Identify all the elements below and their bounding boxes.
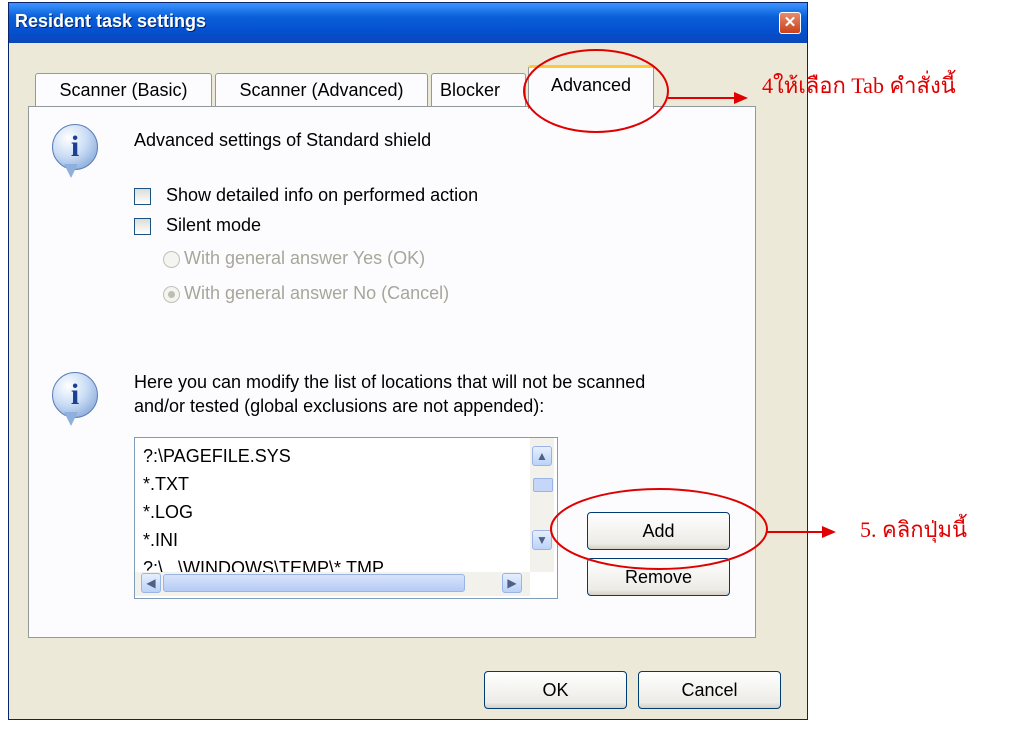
annotation-step4: 4ให้เลือก Tab คำสั่งนี้ <box>762 73 956 98</box>
annotation-arrowhead-5 <box>822 526 836 538</box>
annotation-ellipse-tab <box>523 49 669 133</box>
annotation-ellipse-add <box>550 488 768 570</box>
annotation-step5: 5. คลิกปุ่มนี้ <box>860 517 968 542</box>
annotation-arrowhead-4 <box>734 92 748 104</box>
annotation-overlay <box>523 49 836 570</box>
